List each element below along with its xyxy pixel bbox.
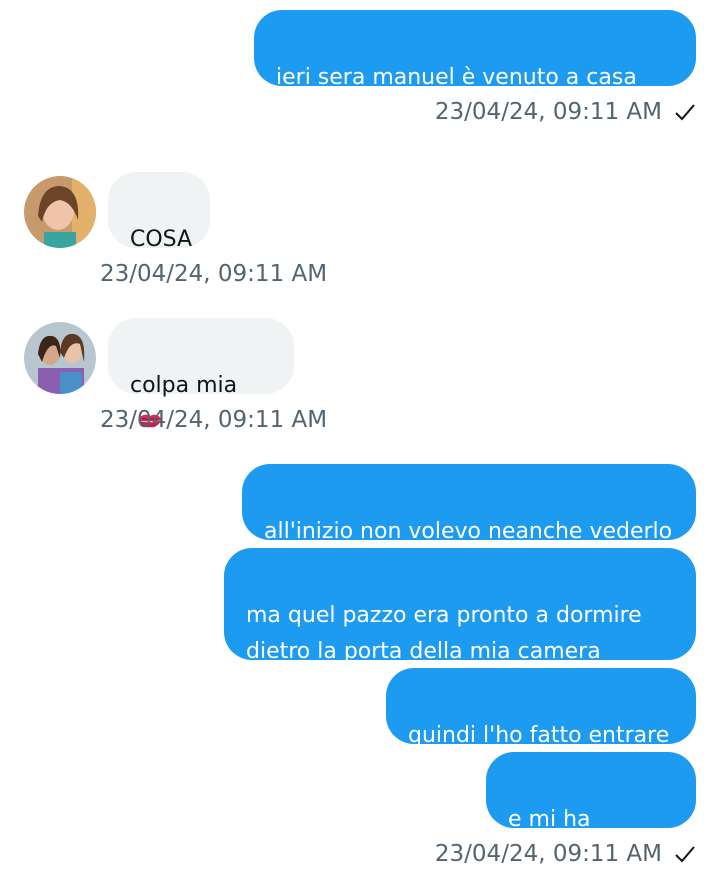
checkmark-icon <box>675 846 695 863</box>
message-text: all'inizio non volevo neanche vederlo <box>264 519 673 544</box>
message-bubble-incoming[interactable]: COSA <box>108 172 210 252</box>
message-bubble-outgoing[interactable]: ma quel pazzo era pronto a dormire dietr… <box>224 548 696 664</box>
timestamp: 23/04/24, 09:11 AM <box>100 407 328 433</box>
message-text: ma quel pazzo era pronto a dormire dietr… <box>246 603 642 664</box>
message-bubble-outgoing[interactable]: ieri sera manuel è venuto a casa mia <box>254 10 696 126</box>
message-text: quindi l'ho fatto entrare <box>408 723 670 748</box>
avatar[interactable] <box>24 322 96 394</box>
timestamp: 23/04/24, 09:11 AM <box>434 99 662 125</box>
message-meta: 23/04/24, 09:11 AM <box>435 99 696 125</box>
avatar[interactable] <box>24 176 96 248</box>
message-text: COSA <box>130 227 193 252</box>
checkmark-icon <box>675 104 695 121</box>
message-bubble-outgoing[interactable]: all'inizio non volevo neanche vederlo <box>242 464 696 544</box>
timestamp: 23/04/24, 09:11 AM <box>100 261 328 287</box>
message-text: colpa mia <box>130 373 238 398</box>
message-bubble-incoming[interactable]: colpa mia <box>108 318 294 428</box>
timestamp: 23/04/24, 09:11 AM <box>434 841 662 867</box>
message-meta: 23/04/24, 09:11 AM <box>435 841 696 867</box>
message-bubble-outgoing[interactable]: quindi l'ho fatto entrare <box>386 668 696 748</box>
message-bubble-outgoing[interactable]: e mi ha baciato <box>486 752 696 868</box>
